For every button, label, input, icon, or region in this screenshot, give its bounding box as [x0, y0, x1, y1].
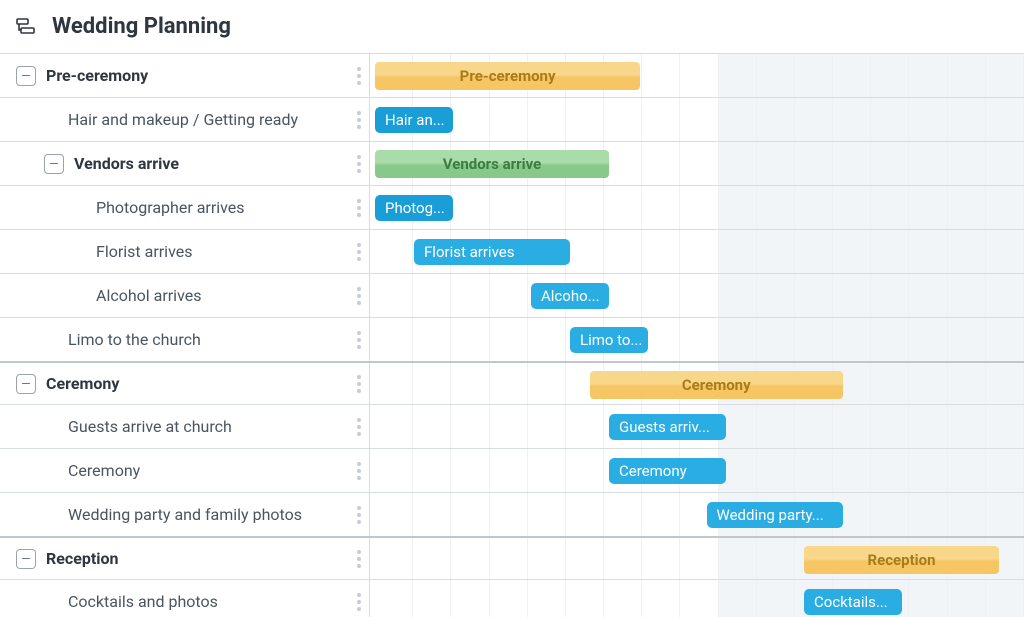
row-label: Alcohol arrives	[96, 286, 369, 305]
gantt-row: Wedding party and family photos Wedding p…	[0, 493, 1024, 537]
row-label: Reception	[46, 549, 369, 568]
row-side: Photographer arrives	[0, 186, 370, 229]
row-label: Wedding party and family photos	[68, 505, 369, 524]
task-bar[interactable]: Limo to...	[570, 327, 648, 353]
row-label: Limo to the church	[68, 330, 369, 349]
drag-handle-icon[interactable]	[357, 593, 361, 611]
row-label: Vendors arrive	[74, 154, 369, 173]
row-label: Florist arrives	[96, 242, 369, 261]
bar-label: Reception	[868, 551, 936, 569]
drag-handle-icon[interactable]	[357, 155, 361, 173]
row-side: Hair and makeup / Getting ready	[0, 98, 370, 141]
bar-label: Hair an...	[385, 111, 445, 129]
drag-handle-icon[interactable]	[357, 111, 361, 129]
group-bar[interactable]: Reception	[804, 546, 999, 574]
row-side: Pre-ceremony	[0, 54, 370, 97]
gantt-row: Guests arrive at church Guests arriv...	[0, 405, 1024, 449]
drag-handle-icon[interactable]	[357, 550, 361, 568]
row-label: Cocktails and photos	[68, 592, 369, 611]
drag-handle-icon[interactable]	[357, 243, 361, 261]
row-label: Photographer arrives	[96, 198, 369, 217]
gantt-row: Photographer arrives Photog...	[0, 186, 1024, 230]
gantt-row: Alcohol arrives Alcoho...	[0, 274, 1024, 318]
group-bar[interactable]: Pre-ceremony	[375, 62, 640, 90]
row-side: Alcohol arrives	[0, 274, 370, 317]
task-bar[interactable]: Ceremony	[609, 458, 726, 484]
row-side: Ceremony	[0, 363, 370, 404]
drag-handle-icon[interactable]	[357, 418, 361, 436]
drag-handle-icon[interactable]	[357, 375, 361, 393]
collapse-toggle[interactable]	[16, 549, 36, 569]
drag-handle-icon[interactable]	[357, 67, 361, 85]
row-side: Ceremony	[0, 449, 370, 492]
gantt-row: Reception Reception	[0, 536, 1024, 580]
drag-handle-icon[interactable]	[357, 506, 361, 524]
bar-label: Florist arrives	[424, 243, 514, 261]
collapse-toggle[interactable]	[16, 66, 36, 86]
row-label: Ceremony	[68, 461, 369, 480]
row-label: Ceremony	[46, 374, 369, 393]
group-bar[interactable]: Ceremony	[590, 371, 844, 399]
drag-handle-icon[interactable]	[357, 462, 361, 480]
row-label: Hair and makeup / Getting ready	[68, 110, 369, 129]
row-side: Vendors arrive	[0, 142, 370, 185]
task-bar[interactable]: Photog...	[375, 195, 453, 221]
bar-label: Pre-ceremony	[460, 67, 556, 85]
gantt-icon	[14, 15, 38, 39]
page-title: Wedding Planning	[52, 14, 231, 39]
header: Wedding Planning	[0, 0, 1024, 54]
bar-label: Ceremony	[682, 376, 751, 394]
task-bar[interactable]: Guests arriv...	[609, 414, 726, 440]
bar-label: Limo to...	[580, 331, 642, 349]
gantt-row: Ceremony Ceremony	[0, 361, 1024, 405]
gantt-app: Wedding Planning Pre-ceremonyPre-ceremon…	[0, 0, 1024, 617]
drag-handle-icon[interactable]	[357, 331, 361, 349]
task-bar[interactable]: Hair an...	[375, 107, 453, 133]
row-side: Reception	[0, 538, 370, 579]
row-side: Florist arrives	[0, 230, 370, 273]
bar-label: Photog...	[385, 199, 445, 217]
bar-label: Wedding party...	[717, 506, 824, 524]
rows-container: Pre-ceremony Pre-ceremony Hair and makeup …	[0, 54, 1024, 617]
drag-handle-icon[interactable]	[357, 199, 361, 217]
row-label: Guests arrive at church	[68, 417, 369, 436]
row-side: Guests arrive at church	[0, 405, 370, 448]
gantt-row: Florist arrives Florist arrives	[0, 230, 1024, 274]
drag-handle-icon[interactable]	[357, 287, 361, 305]
gantt-row: Hair and makeup / Getting ready Hair an..…	[0, 98, 1024, 142]
gantt-row: Pre-ceremony Pre-ceremony	[0, 54, 1024, 98]
collapse-toggle[interactable]	[16, 374, 36, 394]
bar-label: Guests arriv...	[619, 418, 710, 436]
task-bar[interactable]: Florist arrives	[414, 239, 570, 265]
group-bar[interactable]: Vendors arrive	[375, 150, 609, 178]
row-side: Wedding party and family photos	[0, 493, 370, 536]
row-side: Limo to the church	[0, 318, 370, 361]
row-label: Pre-ceremony	[46, 66, 369, 85]
gantt-row: Ceremony Ceremony	[0, 449, 1024, 493]
task-bar[interactable]: Wedding party...	[707, 502, 844, 528]
collapse-toggle[interactable]	[44, 154, 64, 174]
row-side: Cocktails and photos	[0, 580, 370, 617]
task-bar[interactable]: Alcoho...	[531, 283, 609, 309]
gantt-row: Limo to the church Limo to...	[0, 318, 1024, 362]
bar-label: Ceremony	[619, 462, 687, 480]
task-bar[interactable]: Cocktails...	[804, 589, 902, 615]
bar-label: Cocktails...	[814, 593, 888, 611]
bar-label: Vendors arrive	[443, 155, 541, 173]
gantt-row: Cocktails and photos Cocktails...	[0, 580, 1024, 617]
gantt-row: Vendors arrive Vendors arrive	[0, 142, 1024, 186]
bar-label: Alcoho...	[541, 287, 600, 305]
